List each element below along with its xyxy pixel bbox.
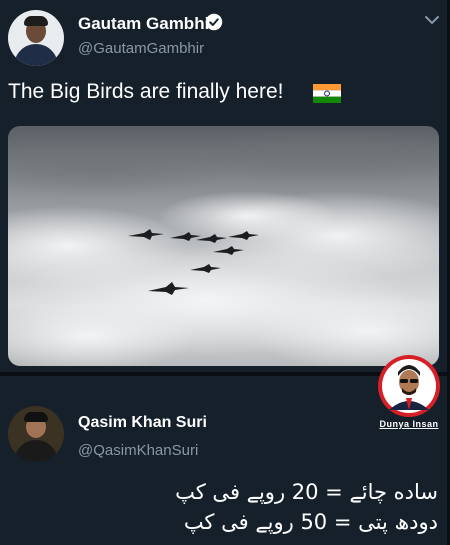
author-avatar[interactable] [8,406,64,462]
author-name[interactable]: Gautam Gambhir [78,14,216,34]
tweet-text: The Big Birds are finally here! [8,80,284,103]
jets-over-clouds-photo [8,128,439,366]
author-handle[interactable]: @GautamGambhir [78,40,204,57]
verified-badge-icon [205,13,223,31]
author-name[interactable]: Qasim Khan Suri [78,414,207,432]
tweet-text-line-2: دودھ پتی = 50 روپے فی کپ [183,510,438,534]
avatar-body [14,440,58,462]
chevron-down-icon[interactable] [424,14,440,26]
india-flag-emoji [313,84,341,103]
tweet-media-image[interactable] [8,126,439,366]
avatar-hair [24,412,48,422]
tweet-card-gambhir[interactable]: Gautam Gambhir @GautamGambhir The Big Bi… [0,0,450,372]
watermark-text: Dunya Insan [373,418,445,431]
watermark-logo [378,355,440,417]
author-avatar[interactable] [8,10,64,66]
avatar-body [14,44,58,66]
tweet-text-line-1: ساده چائے = 20 روپے فی کپ [175,480,438,504]
avatar-hair [24,16,48,26]
author-handle[interactable]: @QasimKhanSuri [78,442,198,459]
